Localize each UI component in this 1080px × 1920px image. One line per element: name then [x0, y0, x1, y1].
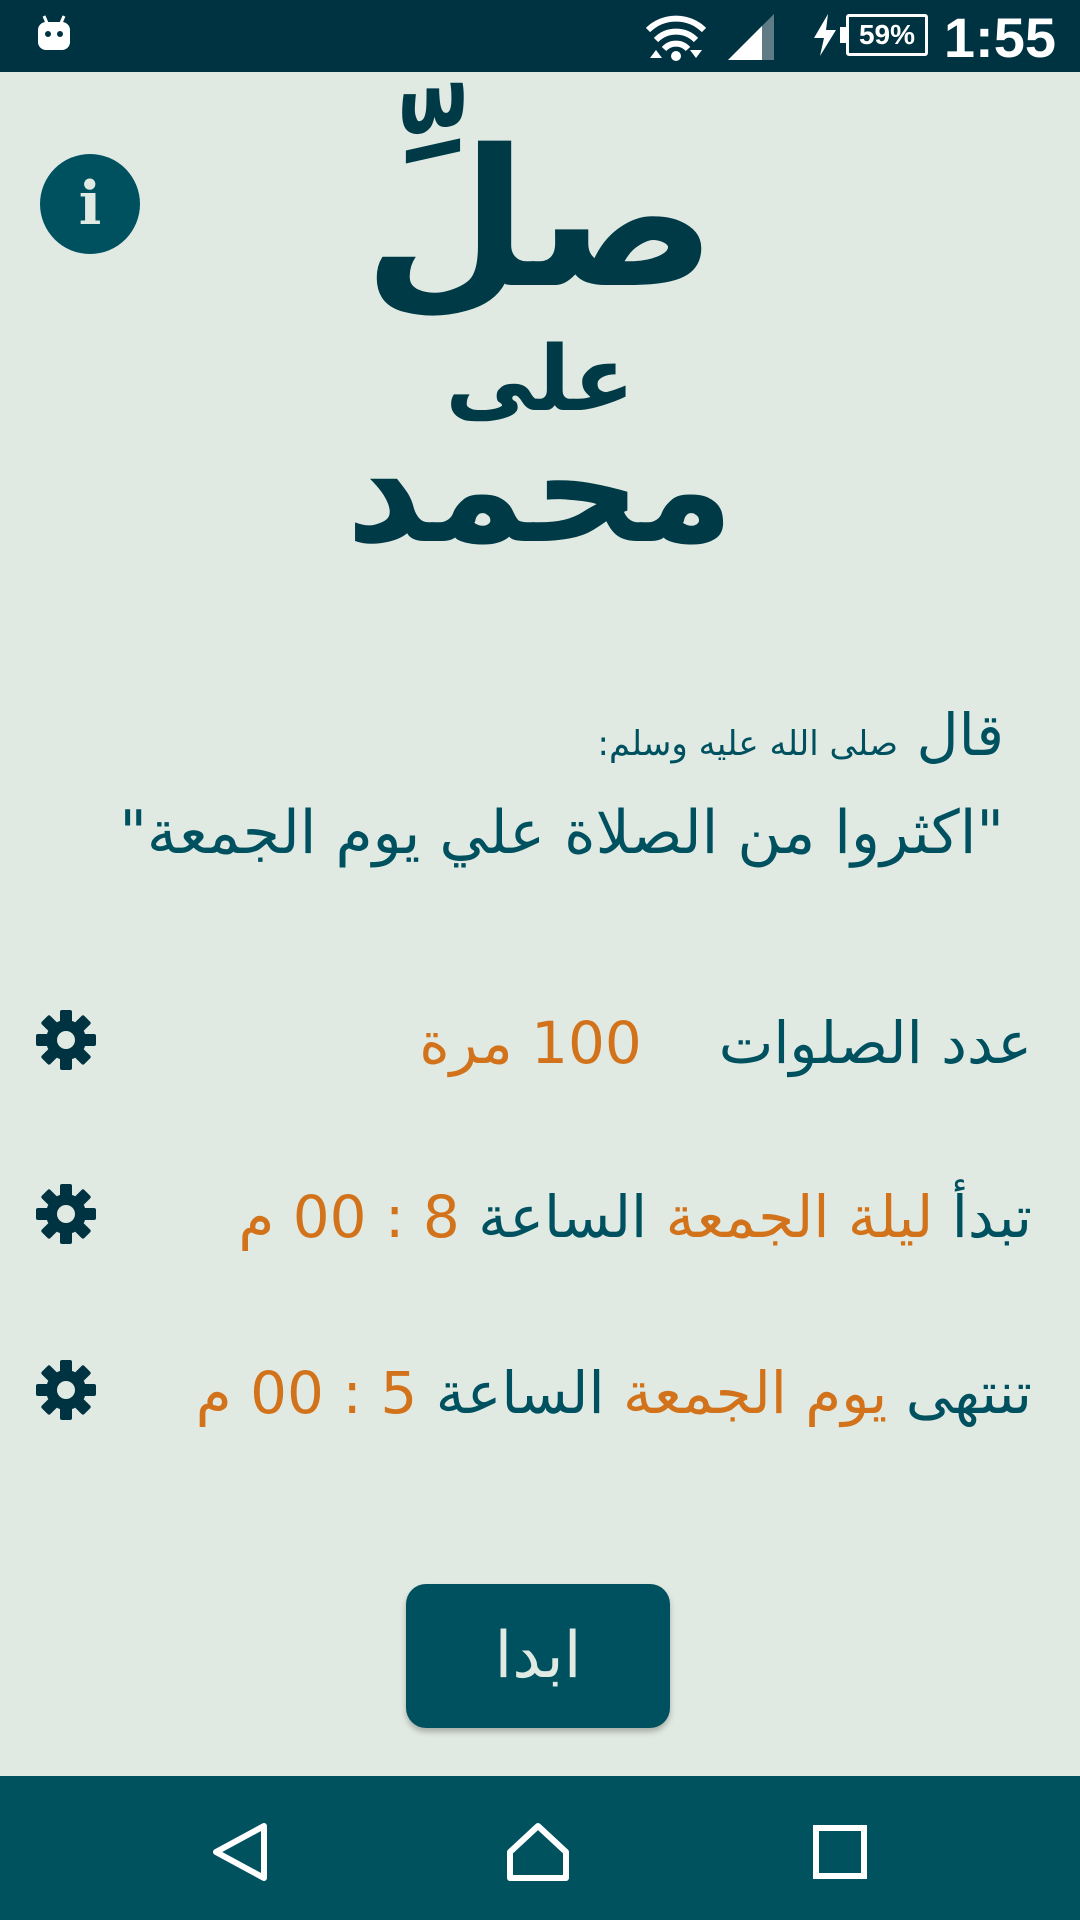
- hadith-intro: قال صلى الله عليه وسلم:: [50, 700, 1004, 779]
- charging-icon: [814, 14, 836, 56]
- count-text: عدد الصلوات 100 مرة: [419, 998, 1032, 1088]
- status-bar: 59% 1:55: [0, 0, 1080, 72]
- info-button[interactable]: i: [40, 154, 140, 254]
- setting-row-start[interactable]: تبدأ ليلة الجمعة الساعة 8 : 00 م: [30, 1172, 1032, 1262]
- gear-icon[interactable]: [34, 1008, 98, 1072]
- battery-icon: 59%: [840, 14, 928, 56]
- logo-line-1: صلِّ: [363, 109, 717, 330]
- clock: 1:55: [943, 6, 1056, 69]
- start-prefix: تبدأ: [951, 1183, 1032, 1251]
- app-logo: صلِّ على محمد: [300, 109, 780, 571]
- recent-apps-icon[interactable]: [808, 1822, 872, 1882]
- logo-line-3: محمد: [345, 403, 735, 577]
- navigation-bar: [0, 1776, 1080, 1920]
- start-time: 8 : 00 م: [238, 1183, 460, 1251]
- start-day: ليلة الجمعة: [665, 1183, 934, 1251]
- count-label: عدد الصلوات: [718, 1009, 1032, 1077]
- end-prefix: تنتهى: [905, 1359, 1032, 1427]
- hadith-said: قال: [916, 701, 1004, 769]
- end-time: 5 : 00 م: [195, 1359, 418, 1427]
- start-button[interactable]: ابدا: [406, 1584, 670, 1728]
- end-mid: الساعة: [435, 1359, 605, 1427]
- end-text: تنتهى يوم الجمعة الساعة 5 : 00 م: [196, 1348, 1032, 1438]
- signal-icon: [728, 14, 774, 60]
- wifi-icon: [646, 15, 706, 61]
- android-icon: [38, 15, 70, 50]
- hadith-honorific: صلى الله عليه وسلم:: [597, 724, 899, 764]
- gear-icon[interactable]: [34, 1358, 98, 1422]
- back-icon[interactable]: [208, 1822, 272, 1882]
- hadith-block: قال صلى الله عليه وسلم: "اكثروا من الصلا…: [50, 700, 1004, 873]
- end-day: يوم الجمعة: [623, 1359, 888, 1427]
- count-value: 100 مرة: [419, 1009, 642, 1077]
- gear-icon[interactable]: [34, 1182, 98, 1246]
- start-text: تبدأ ليلة الجمعة الساعة 8 : 00 م: [238, 1172, 1032, 1262]
- setting-row-count[interactable]: عدد الصلوات 100 مرة: [30, 998, 1032, 1088]
- start-mid: الساعة: [478, 1183, 648, 1251]
- setting-row-end[interactable]: تنتهى يوم الجمعة الساعة 5 : 00 م: [30, 1348, 1032, 1438]
- hadith-quote: "اكثروا من الصلاة علي يوم الجمعة": [119, 798, 1004, 868]
- info-icon: i: [78, 169, 102, 239]
- home-icon[interactable]: [506, 1822, 570, 1882]
